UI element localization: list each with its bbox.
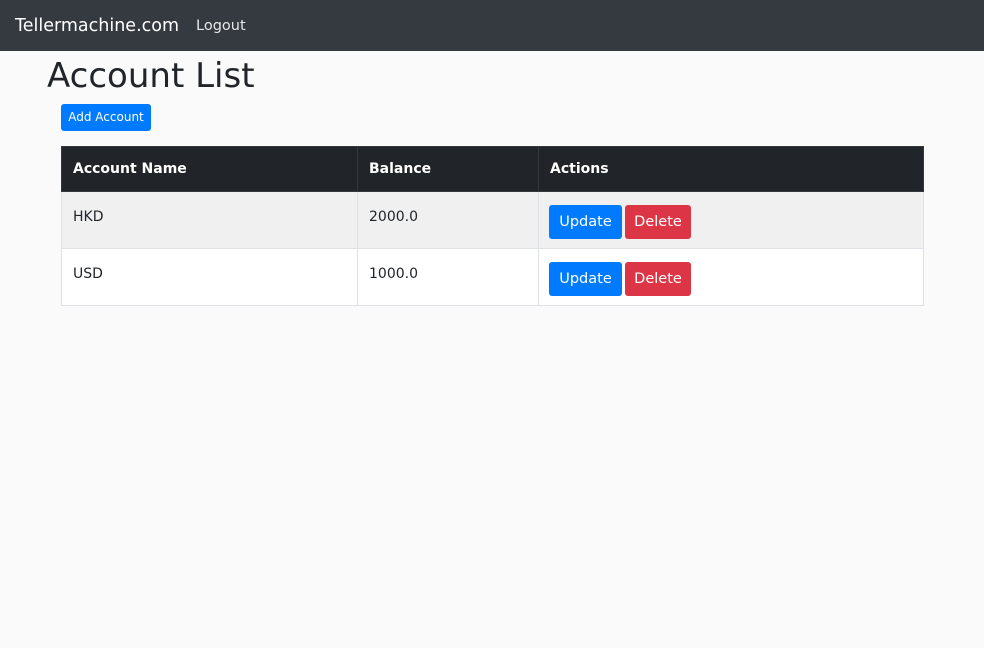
update-button[interactable]: Update xyxy=(549,262,622,296)
logout-link[interactable]: Logout xyxy=(196,16,246,36)
update-button[interactable]: Update xyxy=(549,205,622,239)
table-header-row: Account Name Balance Actions xyxy=(61,146,924,192)
accounts-table-container: Account Name Balance Actions HKD 2000.0 … xyxy=(61,146,924,306)
balance-cell: 1000.0 xyxy=(357,248,539,306)
top-navbar: Tellermachine.com Logout xyxy=(0,0,984,51)
table-row: USD 1000.0 Update Delete xyxy=(61,248,924,306)
accounts-table: Account Name Balance Actions HKD 2000.0 … xyxy=(61,146,924,306)
table-header: Account Name Balance Actions xyxy=(61,146,924,192)
account-name-cell: USD xyxy=(61,248,358,306)
delete-button[interactable]: Delete xyxy=(625,262,691,296)
column-header-balance: Balance xyxy=(357,146,539,192)
balance-cell: 2000.0 xyxy=(357,191,539,249)
account-name-cell: HKD xyxy=(61,191,358,249)
page-title: Account List xyxy=(47,56,255,96)
add-account-button[interactable]: Add Account xyxy=(61,104,151,131)
table-body: HKD 2000.0 Update Delete USD 1000.0 Updat… xyxy=(61,191,924,306)
column-header-actions: Actions xyxy=(538,146,924,192)
actions-cell: Update Delete xyxy=(538,248,924,306)
delete-button[interactable]: Delete xyxy=(625,205,691,239)
column-header-account-name: Account Name xyxy=(61,146,358,192)
table-row: HKD 2000.0 Update Delete xyxy=(61,191,924,249)
brand-link[interactable]: Tellermachine.com xyxy=(15,14,179,38)
actions-cell: Update Delete xyxy=(538,191,924,249)
